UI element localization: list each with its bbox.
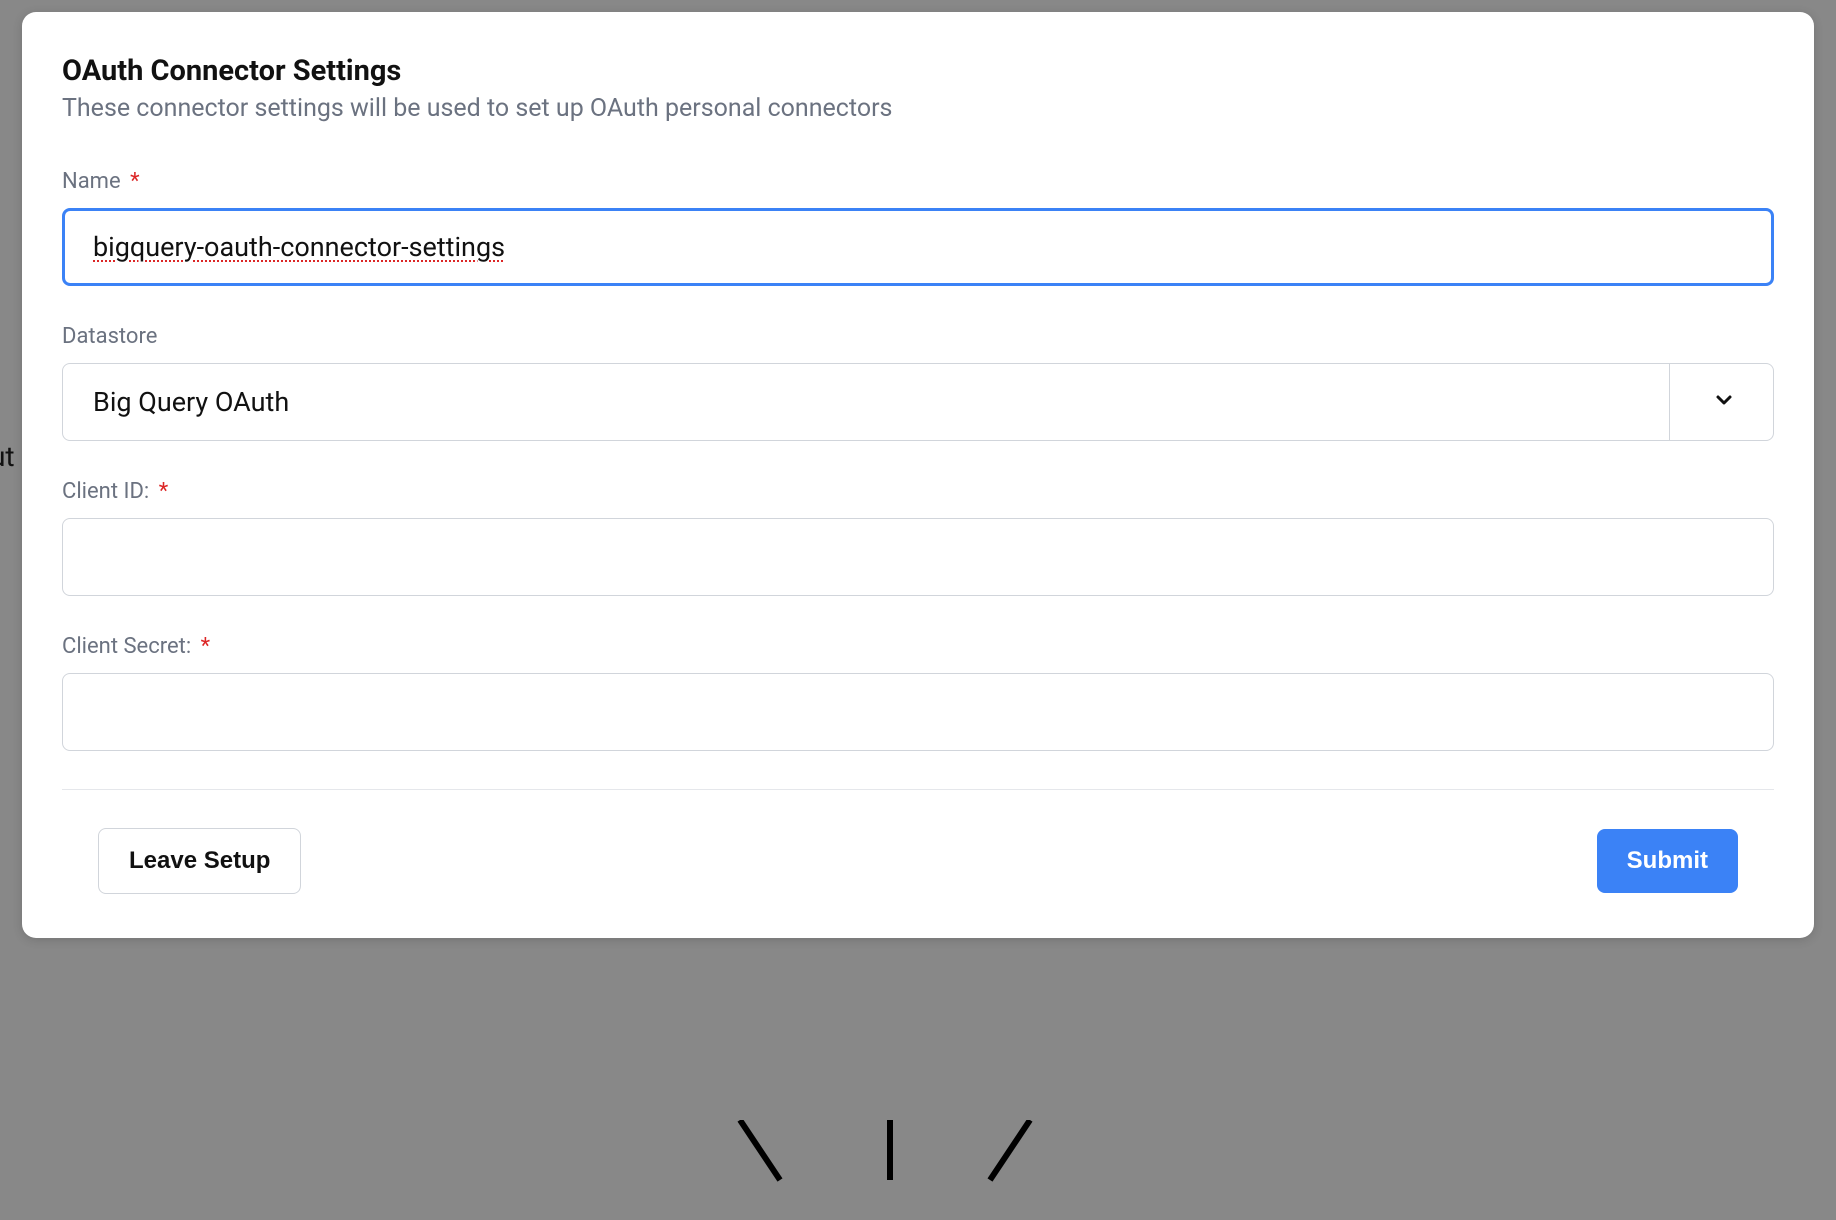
- name-field-group: Name * bigquery-oauth-connector-settings: [62, 169, 1774, 286]
- datastore-select-wrapper: Big Query OAuth: [62, 363, 1774, 441]
- client-id-label-text: Client ID:: [62, 479, 149, 504]
- leave-setup-button[interactable]: Leave Setup: [98, 828, 301, 894]
- modal-title: OAuth Connector Settings: [62, 54, 1774, 88]
- oauth-settings-modal: OAuth Connector Settings These connector…: [22, 12, 1814, 938]
- required-asterisk: *: [201, 634, 210, 659]
- datastore-select[interactable]: Big Query OAuth: [62, 363, 1774, 441]
- divider: [62, 789, 1774, 790]
- client-secret-label-text: Client Secret:: [62, 634, 191, 659]
- modal-subtitle: These connector settings will be used to…: [62, 94, 1774, 123]
- name-input[interactable]: bigquery-oauth-connector-settings: [62, 208, 1774, 286]
- background-decoration: [720, 1120, 1120, 1220]
- client-id-input[interactable]: [62, 518, 1774, 596]
- button-row: Leave Setup Submit: [62, 828, 1774, 894]
- name-label-text: Name: [62, 169, 121, 194]
- client-secret-input[interactable]: [62, 673, 1774, 751]
- required-asterisk: *: [130, 169, 139, 194]
- name-label: Name *: [62, 169, 1774, 194]
- client-secret-label: Client Secret: *: [62, 634, 1774, 659]
- background-partial-text: ut: [0, 440, 15, 473]
- name-input-value: bigquery-oauth-connector-settings: [93, 231, 505, 263]
- client-id-field-group: Client ID: *: [62, 479, 1774, 596]
- required-asterisk: *: [159, 479, 168, 504]
- client-id-label: Client ID: *: [62, 479, 1774, 504]
- datastore-label: Datastore: [62, 324, 1774, 349]
- select-divider: [1669, 363, 1670, 441]
- client-secret-field-group: Client Secret: *: [62, 634, 1774, 751]
- datastore-field-group: Datastore Big Query OAuth: [62, 324, 1774, 441]
- datastore-selected-value: Big Query OAuth: [93, 386, 289, 418]
- submit-button[interactable]: Submit: [1597, 829, 1738, 893]
